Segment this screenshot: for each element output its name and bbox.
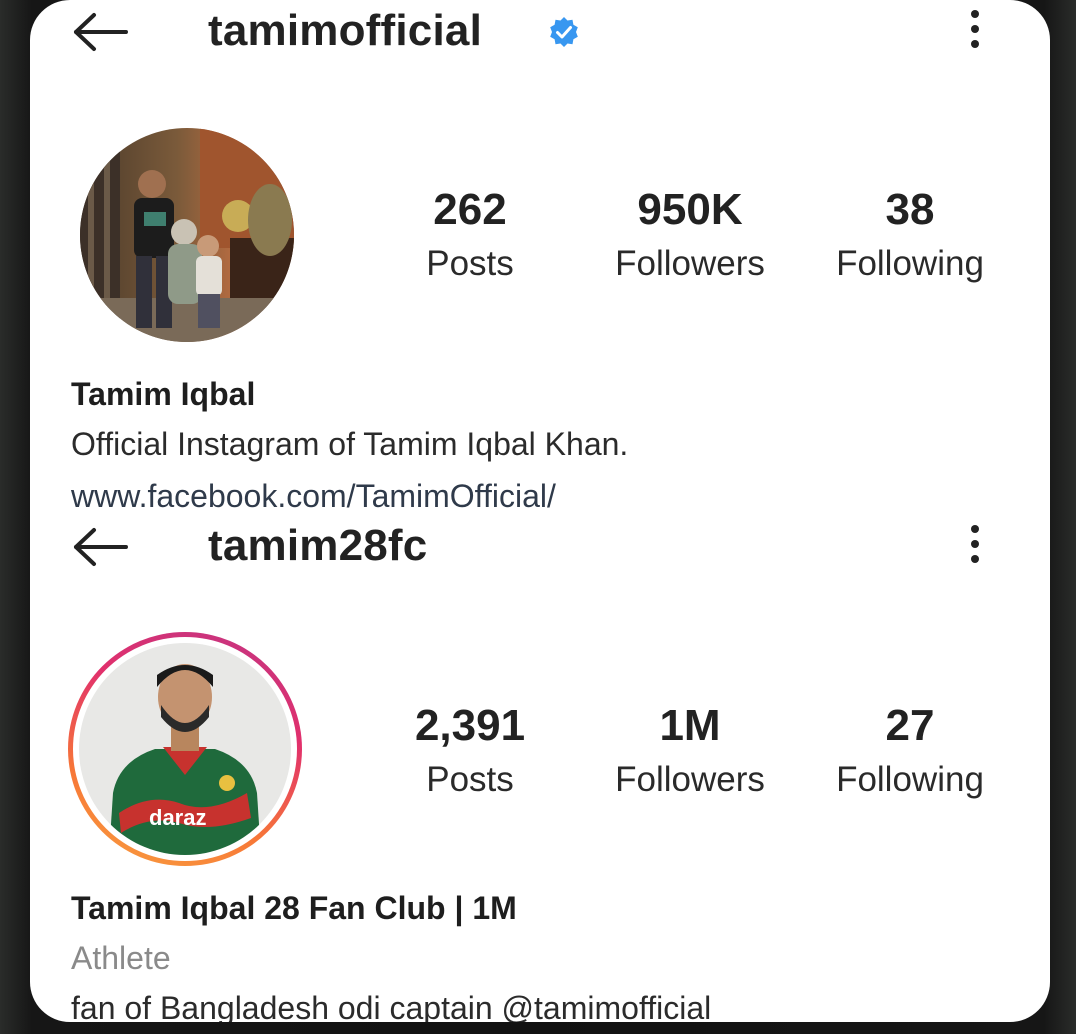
profile-bio: Tamim Iqbal 28 Fan Club | 1M Athlete fan… — [71, 888, 1021, 1022]
following-count: 27 — [885, 701, 935, 750]
stat-followers[interactable]: 1M Followers — [580, 700, 800, 802]
followers-count: 1M — [659, 701, 721, 750]
back-arrow-icon[interactable] — [70, 12, 130, 52]
posts-count: 2,391 — [414, 701, 526, 750]
following-count: 38 — [885, 185, 935, 234]
stat-following[interactable]: 38 Following — [800, 184, 1020, 286]
story-ring[interactable]: daraz — [68, 632, 302, 866]
bio-text: fan of Bangladesh odi captain @tamimoffi… — [71, 990, 712, 1022]
profile-username: tamimofficial — [208, 6, 482, 55]
profile-username: tamim28fc — [208, 521, 428, 570]
followers-label: Followers — [615, 760, 765, 799]
more-options-icon[interactable] — [968, 10, 982, 54]
profile-header: tamimofficial — [30, 0, 1050, 64]
stat-posts[interactable]: 262 Posts — [360, 184, 580, 286]
profile-stats: 262 Posts 950K Followers 38 Following — [360, 184, 1020, 286]
player-photo-icon: daraz — [79, 643, 291, 855]
followers-count: 950K — [637, 185, 743, 234]
profile-header: tamim28fc — [30, 515, 1050, 579]
avatar[interactable] — [80, 128, 294, 342]
profile-full-name: Tamim Iqbal — [71, 376, 256, 412]
profile-tamim28fc: tamim28fc daraz 2,391 Posts 1M Followers… — [30, 515, 1050, 1022]
following-label: Following — [836, 244, 984, 283]
profile-tamimofficial: tamimofficial 262 Posts 950K Followers 3… — [30, 0, 1050, 515]
profile-full-name: Tamim Iqbal 28 Fan Club | 1M — [71, 890, 517, 926]
more-options-icon[interactable] — [968, 525, 982, 569]
posts-count: 262 — [433, 185, 507, 234]
followers-label: Followers — [615, 244, 765, 283]
profile-bio: Tamim Iqbal Official Instagram of Tamim … — [71, 374, 1021, 516]
family-photo-icon — [80, 128, 294, 342]
stat-posts[interactable]: 2,391 Posts — [360, 700, 580, 802]
bio-link[interactable]: www.facebook.com/TamimOfficial/ — [71, 476, 1021, 516]
back-arrow-icon[interactable] — [70, 527, 130, 567]
following-label: Following — [836, 760, 984, 799]
bio-text: Official Instagram of Tamim Iqbal Khan. — [71, 426, 629, 462]
posts-label: Posts — [426, 244, 514, 283]
profile-stats: 2,391 Posts 1M Followers 27 Following — [360, 700, 1020, 802]
stat-followers[interactable]: 950K Followers — [580, 184, 800, 286]
verified-badge-icon — [550, 17, 578, 47]
profiles-card: tamimofficial 262 Posts 950K Followers 3… — [30, 0, 1050, 1022]
jersey-logo: daraz — [149, 805, 206, 830]
avatar: daraz — [79, 643, 291, 855]
posts-label: Posts — [426, 760, 514, 799]
profile-category: Athlete — [71, 940, 171, 976]
stat-following[interactable]: 27 Following — [800, 700, 1020, 802]
